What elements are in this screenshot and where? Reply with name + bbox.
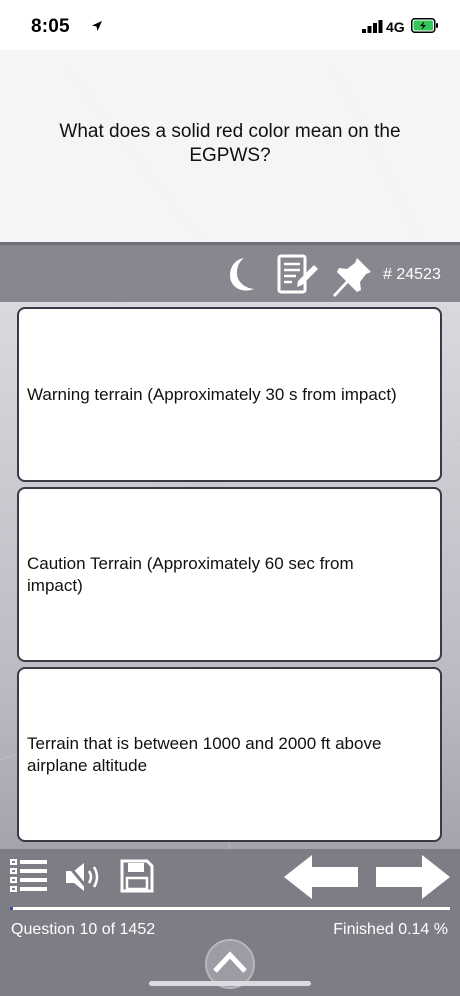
question-text: What does a solid red color mean on the … — [59, 121, 401, 166]
forward-arrow-icon[interactable] — [372, 853, 452, 901]
question-id: # 24523 — [383, 266, 441, 283]
battery-icon — [411, 18, 438, 33]
back-arrow-icon[interactable] — [282, 853, 362, 901]
progress-bar — [10, 907, 450, 910]
bottom-control-bar: Question 10 of 1452 Finished 0.14 % — [0, 849, 460, 996]
network-type: 4G — [386, 19, 405, 35]
progress-fill — [10, 907, 14, 910]
status-bar: 8:05 4G — [0, 0, 460, 50]
home-indicator[interactable] — [149, 981, 311, 986]
answer-option-1[interactable]: Warning terrain (Approximately 30 s from… — [17, 307, 442, 482]
save-icon[interactable] — [120, 859, 154, 893]
finished-percentage: Finished 0.14 % — [333, 921, 448, 938]
status-time: 8:05 — [31, 16, 70, 37]
question-area: What does a solid red color mean on the … — [0, 50, 460, 242]
question-counter: Question 10 of 1452 — [11, 921, 156, 938]
location-arrow-icon — [92, 21, 102, 31]
moon-icon[interactable] — [222, 255, 258, 295]
answer-option-2[interactable]: Caution Terrain (Approximately 60 sec fr… — [17, 487, 442, 662]
answer-option-text: Terrain that is between 1000 and 2000 ft… — [27, 733, 382, 775]
pin-icon[interactable] — [330, 252, 374, 300]
mute-icon[interactable] — [64, 861, 104, 893]
answer-option-3[interactable]: Terrain that is between 1000 and 2000 ft… — [17, 667, 442, 842]
answer-option-text: Caution Terrain (Approximately 60 sec fr… — [27, 553, 354, 595]
question-toolbar: # 24523 — [0, 242, 460, 302]
signal-icon — [362, 20, 383, 33]
answer-option-text: Warning terrain (Approximately 30 s from… — [27, 384, 397, 404]
notes-icon[interactable] — [276, 253, 320, 299]
list-icon[interactable] — [10, 857, 50, 897]
